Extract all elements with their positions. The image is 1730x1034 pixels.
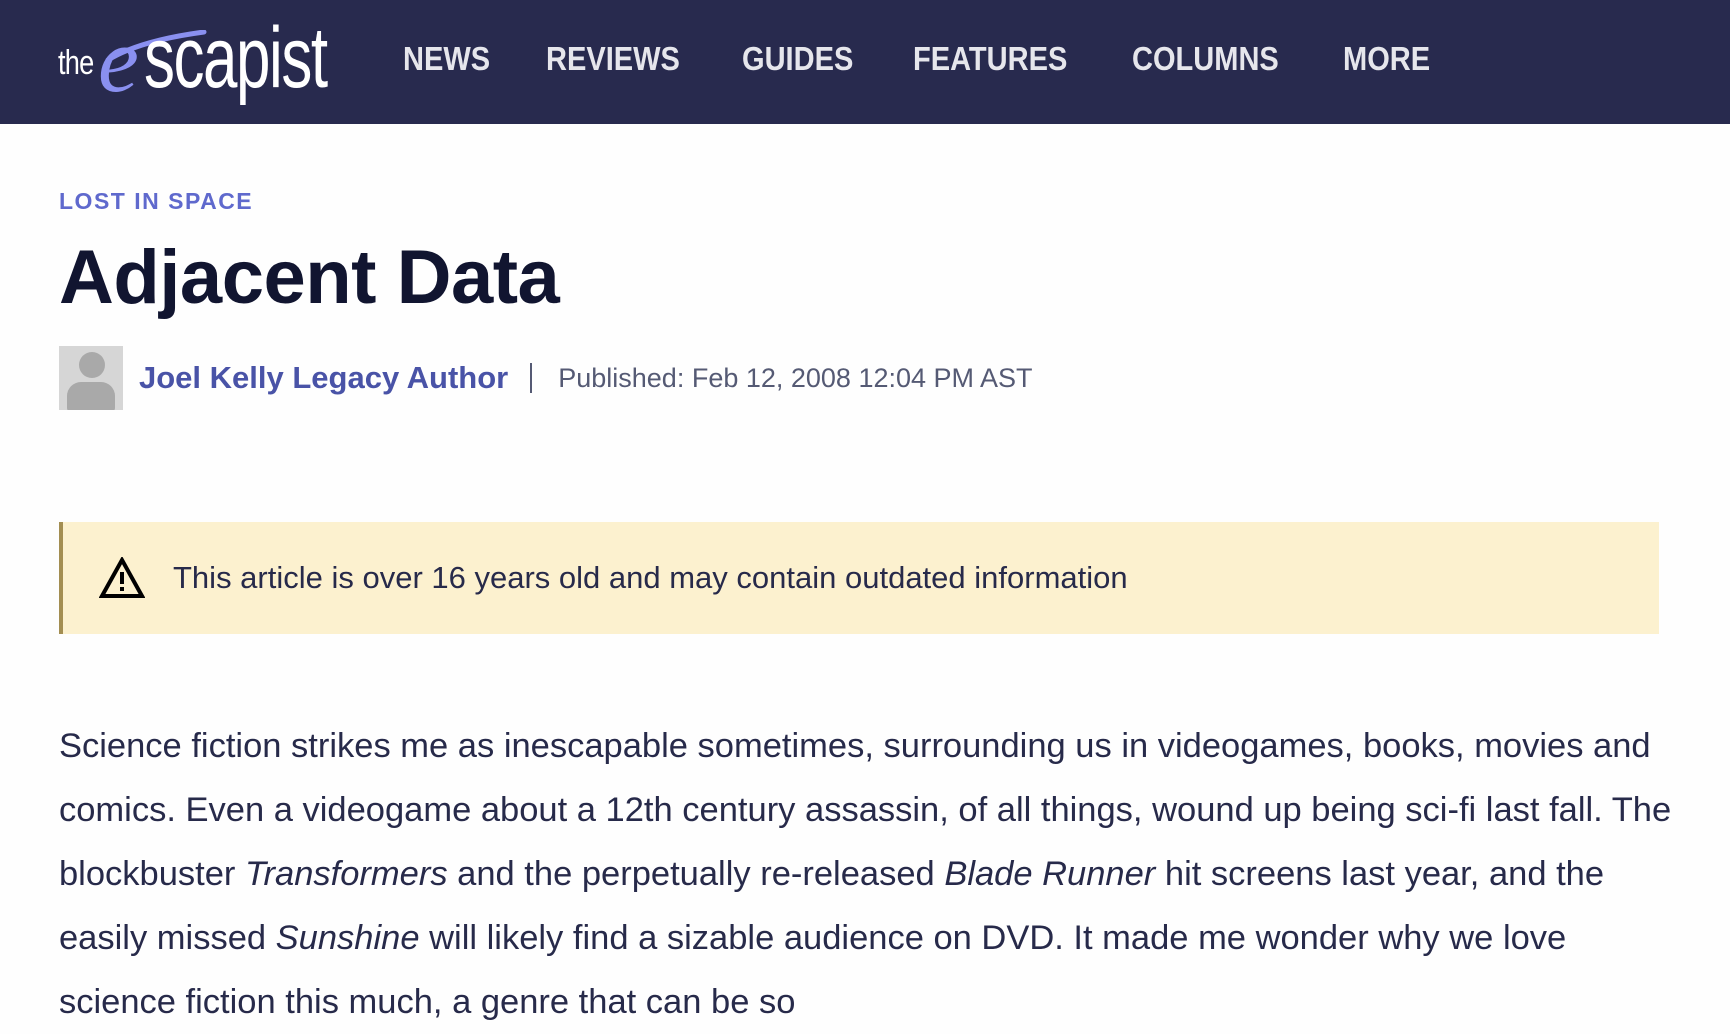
title-sunshine: Sunshine: [275, 919, 420, 957]
main-nav: NEWS REVIEWS GUIDES FEATURES COLUMNS MOR…: [403, 40, 1486, 78]
logo-wordmark: scapist: [144, 10, 328, 106]
notice-text: This article is over 16 years old and ma…: [173, 560, 1128, 595]
nav-features[interactable]: FEATURES: [913, 40, 1067, 78]
logo-prefix: the: [58, 44, 94, 82]
byline-divider: [530, 363, 533, 393]
author-link[interactable]: Joel Kelly Legacy Author: [139, 360, 508, 396]
article-category[interactable]: LOST IN SPACE: [59, 188, 253, 215]
site-header: the e scapist NEWS REVIEWS GUIDES FEATUR…: [0, 0, 1730, 124]
nav-columns[interactable]: COLUMNS: [1132, 40, 1279, 78]
warning-triangle-icon: [99, 557, 145, 598]
byline: Joel Kelly Legacy Author Published: Feb …: [59, 346, 1033, 410]
published-date: Published: Feb 12, 2008 12:04 PM AST: [558, 362, 1033, 393]
author-avatar[interactable]: [59, 346, 123, 410]
nav-reviews[interactable]: REVIEWS: [546, 40, 680, 78]
nav-guides[interactable]: GUIDES: [742, 40, 853, 78]
nav-more[interactable]: MORE: [1343, 40, 1430, 78]
nav-news[interactable]: NEWS: [403, 40, 490, 78]
article-body: Science fiction strikes me as inescapabl…: [59, 714, 1679, 1034]
escapist-logo[interactable]: the e scapist: [58, 10, 348, 106]
outdated-notice: This article is over 16 years old and ma…: [59, 522, 1659, 634]
article-title: Adjacent Data: [59, 235, 560, 320]
title-transformers: Transformers: [245, 855, 448, 893]
body-text: and the perpetually re-released: [447, 855, 945, 893]
title-blade-runner: Blade Runner: [944, 855, 1156, 893]
